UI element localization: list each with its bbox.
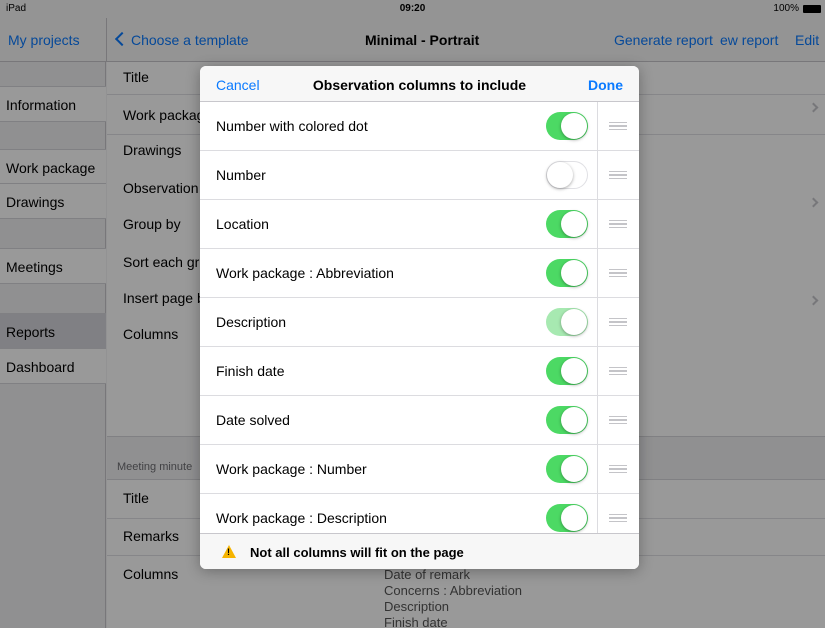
list-item: Work package : Abbreviation (200, 249, 639, 298)
column-toggle[interactable] (546, 112, 588, 140)
list-item: Work package : Number (200, 445, 639, 494)
list-item: Work package : Description (200, 494, 639, 533)
warning-icon (222, 545, 236, 558)
drag-handle-icon[interactable] (609, 416, 627, 424)
column-option-label: Date solved (216, 412, 290, 428)
list-item: Finish date (200, 347, 639, 396)
columns-list[interactable]: Number with colored dot Number Location … (200, 102, 639, 533)
column-option-label: Finish date (216, 363, 285, 379)
popover-title: Observation columns to include (312, 77, 527, 93)
drag-handle-icon[interactable] (609, 269, 627, 277)
drag-handle-icon[interactable] (609, 171, 627, 179)
list-item: Number (200, 151, 639, 200)
warning-footer: Not all columns will fit on the page (200, 533, 639, 569)
warning-message: Not all columns will fit on the page (250, 545, 464, 560)
drag-handle-icon[interactable] (609, 318, 627, 326)
drag-handle-icon[interactable] (609, 220, 627, 228)
list-item: Date solved (200, 396, 639, 445)
column-toggle[interactable] (546, 259, 588, 287)
column-toggle[interactable] (546, 406, 588, 434)
columns-popover: Cancel Observation columns to include Do… (200, 66, 639, 569)
column-option-label: Work package : Description (216, 510, 387, 526)
popover-header: Cancel Observation columns to include Do… (200, 66, 639, 102)
column-toggle[interactable] (546, 455, 588, 483)
column-option-label: Work package : Abbreviation (216, 265, 394, 281)
column-toggle (546, 308, 588, 336)
column-option-label: Description (216, 314, 287, 330)
column-toggle[interactable] (546, 161, 588, 189)
column-toggle[interactable] (546, 210, 588, 238)
column-option-label: Location (216, 216, 269, 232)
done-button[interactable]: Done (588, 77, 623, 93)
list-item: Number with colored dot (200, 102, 639, 151)
column-option-label: Work package : Number (216, 461, 367, 477)
drag-handle-icon[interactable] (609, 122, 627, 130)
column-option-label: Number (216, 167, 266, 183)
column-toggle[interactable] (546, 357, 588, 385)
list-item: Location (200, 200, 639, 249)
drag-handle-icon[interactable] (609, 367, 627, 375)
drag-handle-icon[interactable] (609, 514, 627, 522)
list-item: Description (200, 298, 639, 347)
column-toggle[interactable] (546, 504, 588, 532)
drag-handle-icon[interactable] (609, 465, 627, 473)
column-option-label: Number with colored dot (216, 118, 368, 134)
